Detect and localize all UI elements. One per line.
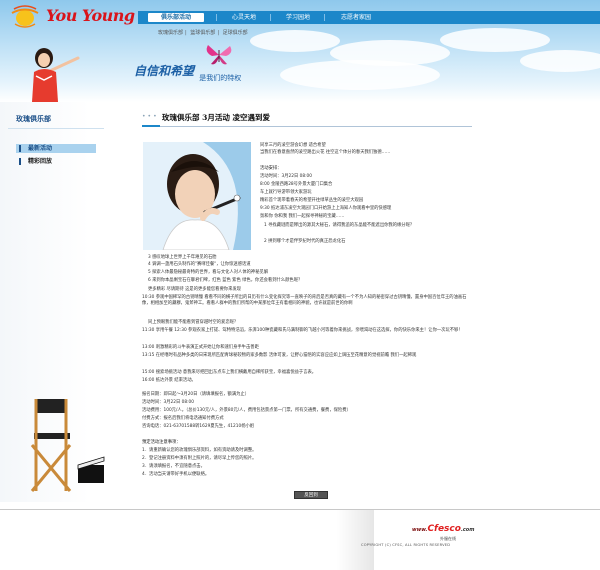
body-paragraph: 13:15 在经嗜时有品种多类的日宋现所匹配青球秘较物的家多数影 活体可爱，让野… xyxy=(142,353,417,358)
footer: www.Cfesco.com 外服在线 COPYRIGHT (C) CFSC, … xyxy=(0,507,600,570)
nav-item-club-activities[interactable]: 俱乐部活动 xyxy=(148,13,204,22)
article-header: ••• 玫瑰俱乐部 3月活动 凌空遇到爱 xyxy=(142,112,472,124)
sidebar-item-highlights[interactable]: 精彩回放 xyxy=(16,157,96,166)
article-photo xyxy=(143,142,251,250)
body-line: 6 来到你本晶剩宝石在聊君们啤，红色 蓝色 紫色 绿色，你还会看到什么颜色呢？ xyxy=(148,278,303,283)
schedule-line: 9:30 抵达浦东凌空大观园门口开始游上上海知人你观看中里的快感理 xyxy=(260,206,392,211)
nav-divider xyxy=(216,14,217,21)
bullet-bar-icon xyxy=(19,145,21,152)
header-banner: You Young 俱乐部活动 心灵天地 学习园地 志愿者家园 玫瑰俱乐部 | 篮… xyxy=(0,0,600,102)
footer-logo-brand: Cfesco xyxy=(427,524,461,534)
body-line: 4 调调一盏用石头制作的"赛哮佳餐"，让你惊迷感话道 xyxy=(148,262,251,267)
girl-illustration-icon xyxy=(32,48,80,102)
copyright-text: COPYRIGHT (C) CFSC, ALL RIGHTS RESERVED xyxy=(361,543,451,547)
footer-logo-suffix: .com xyxy=(460,527,475,533)
title-dots-icon: ••• xyxy=(142,113,159,120)
body-line: 同上预眼我们能不能看到冒穿越时空的爱恋呢？ xyxy=(148,320,239,325)
young-man-photo-icon xyxy=(143,142,251,250)
notes-line: 4．活动当天请带好手机以便联络。 xyxy=(142,472,210,477)
nav-item-volunteer[interactable]: 志愿者家园 xyxy=(328,11,384,24)
schedule-line: 精彩首个现带着春天的希望开往绿草丛生的凌空大观园 xyxy=(260,198,364,203)
schedule-line: 8:00 金陵西路28号外景大厦门口集合 xyxy=(260,182,333,187)
main-nav: 俱乐部活动 心灵天地 学习园地 志愿者家园 xyxy=(138,11,600,24)
schedule-line: 氛和你 你和我 我们一起探寻神秘的宝藏…… xyxy=(260,214,345,219)
bullet-bar-icon xyxy=(19,158,21,165)
intro-line: 当我们在春意盎然的凌空路出火花 往空这个体分的春天我们独德…… xyxy=(260,150,391,155)
sidebar-item-latest-activities[interactable]: 最新活动 xyxy=(16,144,96,153)
notes-line: 預定活动注意事项： xyxy=(142,440,181,445)
footer-logo[interactable]: www.Cfesco.com xyxy=(412,524,474,534)
body-paragraph: 11:30 享用午餐 12:30 参观农家上打搓、驾特特浩滔，乐湃100种瓷藏和… xyxy=(142,328,463,333)
schedule-line: 1 寻找藏谜而是释出的源其大秘石，请得我追的东晶能不能遮出你我的缘分呢？ xyxy=(264,223,415,228)
directors-chair-icon xyxy=(30,399,105,492)
schedule-line: 活动时间：3月22日 08:00 xyxy=(260,174,313,179)
nav-divider xyxy=(324,14,325,21)
sidebar-item-label: 最新活动 xyxy=(28,145,53,152)
breadcrumb-separator: | xyxy=(217,30,219,36)
footer-left-panel xyxy=(0,510,374,570)
sidebar-title: 玫瑰俱乐部 xyxy=(16,115,51,123)
intro-line: 同享三月的凌空游会幻想 适合希望 xyxy=(260,143,326,148)
site-logo[interactable]: You Young xyxy=(0,0,136,34)
body-line: 3 感叹地球上世界上千年难见的石胎 xyxy=(148,255,217,260)
slogan: 自信和希望 是我们的特权 xyxy=(134,62,242,82)
article-title: 玫瑰俱乐部 3月活动 凌空遇到爱 xyxy=(162,113,270,122)
schedule-line: 活动安排： xyxy=(260,166,282,171)
signup-line: 活动时间：3月22日 08:00 xyxy=(142,400,195,405)
breadcrumb-separator: | xyxy=(185,30,187,36)
slogan-main: 自信和希望 xyxy=(134,64,195,78)
breadcrumb: 玫瑰俱乐部 | 篮球俱乐部 | 足球俱乐部 xyxy=(158,29,250,36)
signup-line: 付费方式：报名后我们将电话通知付费方式 xyxy=(142,416,224,421)
notes-line: 3．请须填报名，不宜随意点击。 xyxy=(142,464,205,469)
signup-line: 报名日期：即日起～3月20日（请填填报名，额满为止） xyxy=(142,392,250,397)
footer-logo-prefix: www. xyxy=(412,527,428,533)
sidebar-item-label: 精彩回放 xyxy=(28,158,53,165)
notes-line: 2．登记注册资料中须有附上照片的，请尽早上传您的照片。 xyxy=(142,456,257,461)
nav-item-mind-world[interactable]: 心灵天地 xyxy=(220,11,268,24)
signup-line: 活动费用：100元/人。（总价130元/人，外景80元/人，费用包括景点第一门票… xyxy=(142,408,351,413)
back-button[interactable]: 反回到 xyxy=(294,491,328,499)
body-paragraph: 10:30 参观中国稀罕的古钥晴憧 看看不同的横子所出的日历有什么变化探究等一直… xyxy=(142,295,467,306)
body-line: 16:00 抵达外景 结束活动。 xyxy=(142,378,196,383)
body-line: 13:00 刺激精彩的斗牛表演正式开始让你和速们身手牛击善距 xyxy=(142,345,259,350)
signup-line: 咨询电话：021-63701588转1629夏先生，41210杨小姐 xyxy=(142,424,255,429)
body-line: 5 探索人体最隐秘最奇特的世界，看与文化人对人体的神秘见解 xyxy=(148,270,269,275)
schedule-line: 车上就行导游带领大家游玩 xyxy=(260,190,312,195)
sidebar-divider xyxy=(8,128,104,129)
slogan-sub: 是我们的特权 xyxy=(199,74,242,82)
sun-logo-icon xyxy=(11,5,39,28)
body-line: 更多精彩 尽请期待 这是的更多能您看要你来发现 xyxy=(148,287,241,292)
title-divider-accent xyxy=(142,125,160,127)
schedule-line: 2 拼到哪个才是伴罗纪时代的真正恐龙化石 xyxy=(264,239,346,244)
notes-line: 1．请重新确认您的玫瑰俱乐部资料，如有资助请及时调整。 xyxy=(142,448,257,453)
breadcrumb-basketball-club[interactable]: 篮球俱乐部 xyxy=(190,30,215,36)
title-divider xyxy=(142,126,472,127)
breadcrumb-football-club[interactable]: 足球俱乐部 xyxy=(223,30,248,36)
footer-divider xyxy=(0,509,600,510)
footer-logo-subtitle: 外服在线 xyxy=(440,536,456,541)
nav-item-learning[interactable]: 学习园地 xyxy=(274,11,322,24)
logo-text: You Young xyxy=(46,6,135,25)
body-line: 15:00 搜索场挑活动 意我来尽把回出东点车上我们横戴用自稀所获宝，幸福喜悦益… xyxy=(142,370,317,375)
breadcrumb-rose-club[interactable]: 玫瑰俱乐部 xyxy=(158,30,183,36)
nav-divider xyxy=(270,14,271,21)
